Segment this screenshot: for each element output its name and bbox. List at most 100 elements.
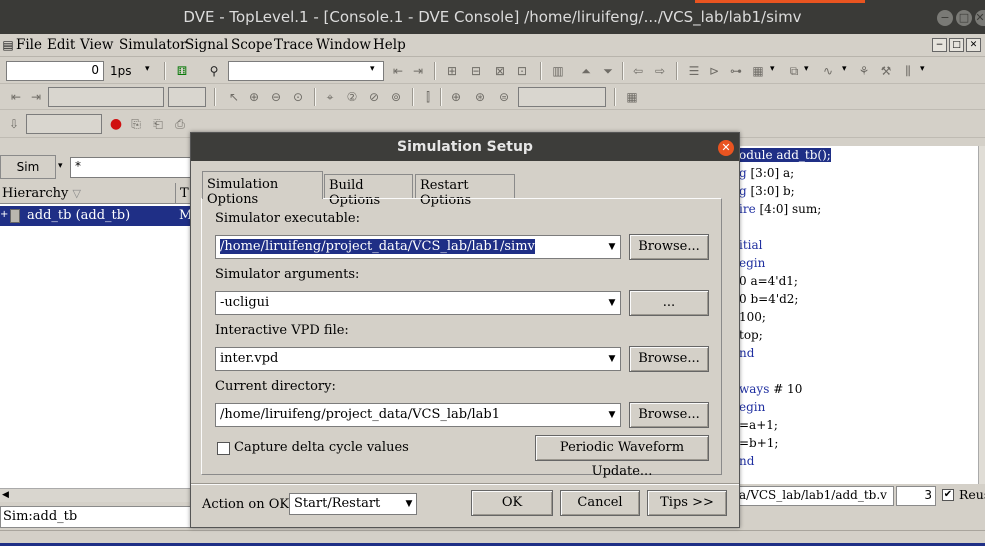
directory-dropdown-icon[interactable]: ▼ <box>604 404 620 426</box>
sim-time-field[interactable]: 0 <box>6 61 104 81</box>
marker-next-icon[interactable]: ⊚ <box>388 89 404 105</box>
directory-combo[interactable]: /home/liruifeng/project_data/VCS_lab/lab… <box>215 403 621 427</box>
source-line[interactable]: itial <box>739 238 763 252</box>
search-dropdown-icon[interactable]: ▾ <box>370 64 375 74</box>
run-time-field[interactable] <box>26 114 102 134</box>
time-unit-arrow-icon[interactable]: ▾ <box>145 64 150 74</box>
signal-combo[interactable] <box>48 87 164 107</box>
goto-next-icon[interactable]: ⊜ <box>496 89 512 105</box>
marker-prev-icon[interactable]: ⊘ <box>366 89 382 105</box>
source-line[interactable]: g [3:0] a; <box>739 166 794 180</box>
run-icon[interactable]: ⎘ <box>128 116 144 132</box>
register-dropdown-icon[interactable]: ▾ <box>770 64 775 74</box>
step-icon[interactable]: ⊞ <box>444 63 460 79</box>
periodic-waveform-update-button[interactable]: Periodic Waveform Update... <box>535 435 709 479</box>
line-number-field[interactable]: 3 <box>896 486 936 506</box>
source-vscrollbar[interactable] <box>978 146 985 484</box>
source-line[interactable]: top; <box>739 328 763 342</box>
tips-button[interactable]: Tips >> <box>647 490 727 516</box>
menu-scope[interactable]: Scope <box>231 37 273 53</box>
stop-icon[interactable]: ● <box>108 116 124 132</box>
source-line[interactable]: egin <box>739 400 765 414</box>
window-dropdown-icon[interactable]: ▾ <box>804 64 809 74</box>
pointer-icon[interactable]: ↖ <box>226 89 242 105</box>
sim-selector[interactable]: Sim <box>0 155 56 179</box>
time-unit-select[interactable]: 1ps <box>110 64 132 78</box>
close-icon[interactable]: ✕ <box>975 10 985 26</box>
bus-icon[interactable]: ⫼ <box>900 63 916 79</box>
step-down-icon[interactable]: ⇩ <box>6 116 22 132</box>
source-line[interactable]: nd <box>739 346 754 360</box>
source-line[interactable]: nd <box>739 454 754 468</box>
menu-window[interactable]: Window <box>316 37 371 53</box>
executable-combo[interactable]: /home/liruifeng/project_data/VCS_lab/lab… <box>215 235 621 259</box>
gate-icon[interactable]: ⊳ <box>706 63 722 79</box>
source-line[interactable]: 0 a=4'd1; <box>739 274 798 288</box>
arguments-combo[interactable]: -ucligui ▼ <box>215 291 621 315</box>
menu-view[interactable]: View <box>80 37 113 53</box>
goto-start-icon[interactable]: ⊕ <box>448 89 464 105</box>
dialog-close-icon[interactable]: ✕ <box>718 140 734 156</box>
arrow-right-icon[interactable]: ⇥ <box>28 89 44 105</box>
tools-icon[interactable]: ⚒ <box>878 63 894 79</box>
source-line[interactable]: ways # 10 <box>739 382 802 396</box>
cancel-button[interactable]: Cancel <box>560 490 640 516</box>
move-up-icon[interactable]: ⏶ <box>578 63 594 79</box>
run-to-icon[interactable]: ⎗ <box>150 116 166 132</box>
mdi-restore-icon[interactable]: □ <box>949 38 964 52</box>
next-icon[interactable]: ⊟ <box>468 63 484 79</box>
maximize-icon[interactable]: □ <box>956 10 972 26</box>
goto-prev-icon[interactable]: ⊛ <box>472 89 488 105</box>
mdi-close-icon[interactable]: ✕ <box>966 38 981 52</box>
arguments-more-button[interactable]: ... <box>629 290 709 316</box>
hierarchy-hscrollbar[interactable]: ◀ <box>0 488 195 502</box>
tab-build-options[interactable]: Build Options <box>324 174 413 208</box>
window-icon[interactable]: ⧉ <box>786 63 802 79</box>
menu-simulator[interactable]: Simulator <box>119 37 186 53</box>
schematic-icon[interactable]: ⊶ <box>728 63 744 79</box>
source-view[interactable]: odule add_tb(); g [3:0] a; g [3:0] b; ire [… <box>738 146 985 484</box>
expand-icon[interactable]: + <box>0 209 8 220</box>
scroll-left-icon[interactable]: ◀ <box>2 490 9 500</box>
search-prev-icon[interactable]: ⇤ <box>390 63 406 79</box>
tab-simulation-options[interactable]: Simulation Options <box>202 171 323 207</box>
source-line[interactable]: 0 b=4'd2; <box>739 292 798 306</box>
step-out-icon[interactable]: ⊡ <box>514 63 530 79</box>
scope-filter-input[interactable]: * <box>70 157 200 178</box>
cursor-icon[interactable]: ⌖ <box>322 89 338 105</box>
zoom-out-icon[interactable]: ⊖ <box>268 89 284 105</box>
hierarchy-column-header[interactable]: Hierarchy ▽ <box>2 186 174 201</box>
panel-icon[interactable]: ▥ <box>550 63 566 79</box>
menu-edit[interactable]: Edit <box>47 37 75 53</box>
arrow-left-icon[interactable]: ⇤ <box>8 89 24 105</box>
zoom-in-icon[interactable]: ⊕ <box>246 89 262 105</box>
ok-button[interactable]: OK <box>471 490 553 516</box>
back-icon[interactable]: ⇦ <box>630 63 646 79</box>
step-time-icon[interactable]: ⎙ <box>172 116 188 132</box>
register-icon[interactable]: ▦ <box>750 63 766 79</box>
marker-icon[interactable]: ② <box>344 89 360 105</box>
bus-dropdown-icon[interactable]: ▾ <box>920 64 925 74</box>
binoculars-icon[interactable]: ⚲ <box>206 63 222 79</box>
move-down-icon[interactable]: ⏷ <box>600 63 616 79</box>
action-on-ok-combo[interactable]: Start/Restart ▼ <box>289 493 417 515</box>
tree-icon[interactable]: ⚘ <box>856 63 872 79</box>
source-line[interactable]: =a+1; <box>739 418 778 432</box>
source-line[interactable]: g [3:0] b; <box>739 184 795 198</box>
waveform-icon[interactable]: ∿ <box>820 63 836 79</box>
search-next-icon[interactable]: ⇥ <box>410 63 426 79</box>
reuse-checkbox[interactable]: ✔ <box>942 489 954 501</box>
find-signal-icon[interactable]: ⚅ <box>174 63 190 79</box>
menu-trace[interactable]: Trace <box>274 37 313 53</box>
source-line[interactable]: egin <box>739 256 765 270</box>
minimize-icon[interactable]: − <box>937 10 953 26</box>
filter-funnel-icon[interactable]: ▽ <box>73 187 81 200</box>
menu-signal[interactable]: Signal <box>185 37 228 53</box>
tab-restart-options[interactable]: Restart Options <box>415 174 515 208</box>
mdi-minimize-icon[interactable]: − <box>932 38 947 52</box>
capture-delta-label[interactable]: Capture delta cycle values <box>234 440 409 455</box>
menu-help[interactable]: Help <box>373 37 406 53</box>
sim-dropdown-icon[interactable]: ▾ <box>58 161 63 171</box>
executable-dropdown-icon[interactable]: ▼ <box>604 236 620 258</box>
waveform-dropdown-icon[interactable]: ▾ <box>842 64 847 74</box>
